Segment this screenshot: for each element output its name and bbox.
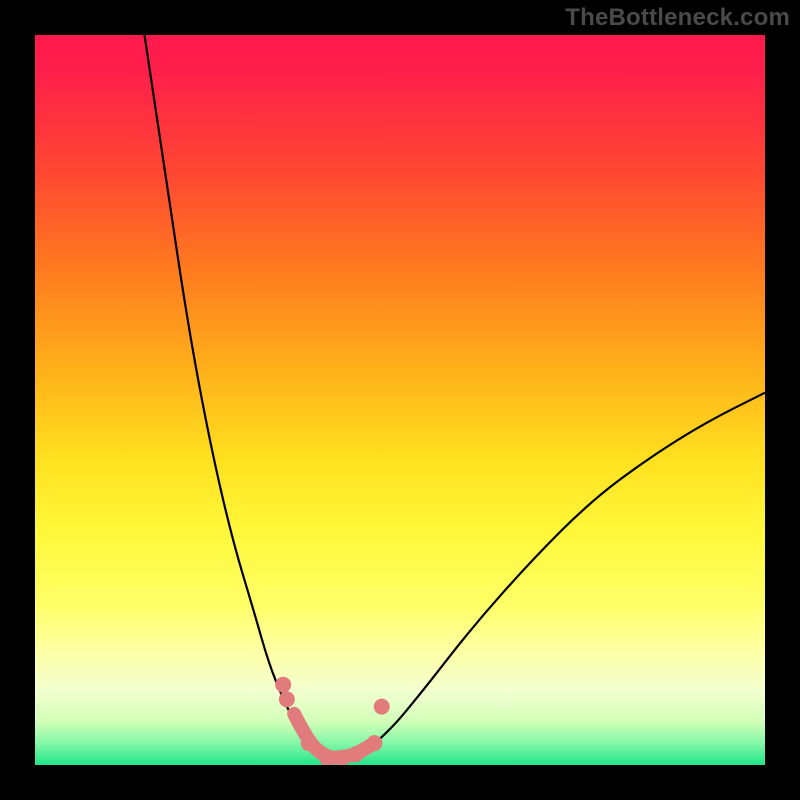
accent-marker: [301, 735, 317, 751]
accent-marker: [279, 691, 295, 707]
chart-container: TheBottleneck.com: [0, 0, 800, 800]
accent-marker: [366, 735, 382, 751]
accent-marker: [275, 677, 291, 693]
left-curve: [145, 35, 328, 759]
accent-marker: [319, 750, 335, 765]
right-curve: [356, 393, 765, 759]
watermark-text: TheBottleneck.com: [565, 4, 790, 32]
accent-marker: [374, 699, 390, 715]
accent-marker: [334, 750, 350, 765]
plot-area: [35, 35, 765, 765]
accent-marker: [348, 746, 364, 762]
curves-layer: [35, 35, 765, 765]
